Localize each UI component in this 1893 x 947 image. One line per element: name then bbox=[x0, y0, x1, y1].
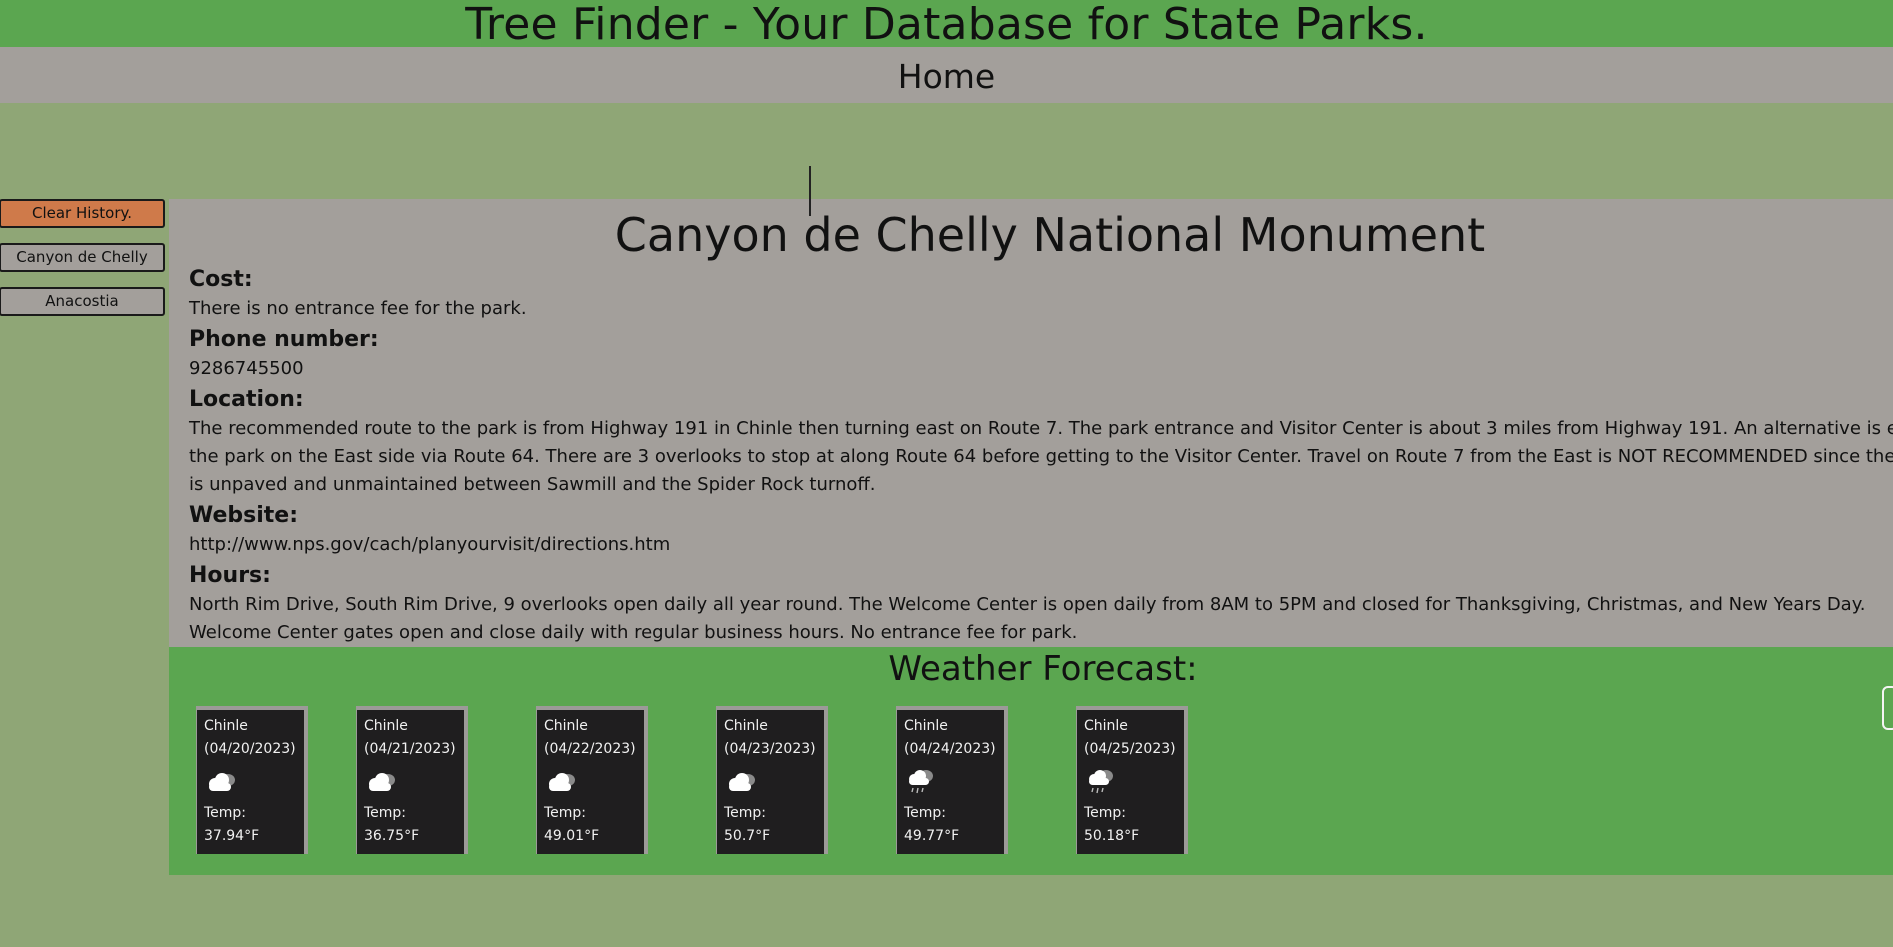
forecast-date: (04/23/2023) bbox=[724, 741, 816, 757]
forecast-city: Chinle bbox=[1084, 718, 1128, 734]
text-cursor bbox=[809, 166, 811, 216]
hours-line: Welcome Center gates open and close dail… bbox=[189, 622, 1078, 643]
forecast-temp-label: Temp: bbox=[904, 805, 947, 821]
clear-history-button[interactable]: Clear History. bbox=[0, 199, 165, 228]
nav-bar: Home bbox=[0, 47, 1893, 103]
forecast-city: Chinle bbox=[724, 718, 768, 734]
hours-line: North Rim Drive, South Rim Drive, 9 over… bbox=[189, 594, 1866, 615]
history-item-canyon-de-chelly[interactable]: Canyon de Chelly bbox=[0, 243, 165, 272]
weather-title: Weather Forecast: bbox=[888, 649, 1198, 689]
weather-forecast-panel: Weather Forecast: Chinle (04/20/2023) Te… bbox=[169, 647, 1893, 875]
forecast-temp: 49.01°F bbox=[544, 828, 600, 844]
park-name: Canyon de Chelly National Monument bbox=[614, 208, 1486, 262]
forecast-temp-label: Temp: bbox=[364, 805, 407, 821]
forecast-date: (04/20/2023) bbox=[204, 741, 296, 757]
forecast-card: Chinle (04/25/2023) Temp: 50.18°F bbox=[1076, 706, 1188, 854]
forecast-temp: 50.7°F bbox=[724, 828, 771, 844]
cloudy-icon bbox=[729, 773, 755, 791]
forecast-date: (04/21/2023) bbox=[364, 741, 456, 757]
forecast-temp-label: Temp: bbox=[544, 805, 587, 821]
forecast-temp: 49.77°F bbox=[904, 828, 960, 844]
park-details-panel: Canyon de Chelly National Monument Cost:… bbox=[169, 199, 1893, 647]
cost-value: There is no entrance fee for the park. bbox=[189, 298, 527, 319]
rain-cloud-icon bbox=[909, 770, 933, 794]
forecast-date: (04/24/2023) bbox=[904, 741, 996, 757]
edge-widget[interactable] bbox=[1882, 686, 1893, 730]
forecast-temp-label: Temp: bbox=[1084, 805, 1127, 821]
site-title: Tree Finder - Your Database for State Pa… bbox=[465, 0, 1428, 50]
park-info: Cost: There is no entrance fee for the p… bbox=[189, 265, 1893, 649]
forecast-temp: 36.75°F bbox=[364, 828, 420, 844]
forecast-card: Chinle (04/21/2023) Temp: 36.75°F bbox=[356, 706, 468, 854]
forecast-temp: 50.18°F bbox=[1084, 828, 1140, 844]
forecast-card: Chinle (04/24/2023) Temp: 49.77°F bbox=[896, 706, 1008, 854]
search-history-sidebar: Clear History. Canyon de Chelly Anacosti… bbox=[0, 199, 166, 316]
location-line: the park on the East side via Route 64. … bbox=[189, 446, 1893, 467]
phone-label: Phone number: bbox=[189, 327, 379, 352]
hours-value: North Rim Drive, South Rim Drive, 9 over… bbox=[189, 591, 1893, 647]
phone-value: 9286745500 bbox=[189, 358, 304, 379]
location-line: is unpaved and unmaintained between Sawm… bbox=[189, 474, 876, 495]
website-label: Website: bbox=[189, 503, 299, 528]
rain-cloud-icon bbox=[1089, 770, 1113, 794]
cloudy-icon bbox=[369, 773, 395, 791]
hours-label: Hours: bbox=[189, 563, 271, 588]
location-label: Location: bbox=[189, 387, 304, 412]
forecast-temp-label: Temp: bbox=[724, 805, 767, 821]
site-header: Tree Finder - Your Database for State Pa… bbox=[0, 0, 1893, 50]
forecast-city: Chinle bbox=[544, 718, 588, 734]
forecast-card: Chinle (04/20/2023) Temp: 37.94°F bbox=[196, 706, 308, 854]
forecast-city: Chinle bbox=[204, 718, 248, 734]
cloudy-icon bbox=[209, 773, 235, 791]
website-value: http://www.nps.gov/cach/planyourvisit/di… bbox=[189, 534, 671, 555]
cost-label: Cost: bbox=[189, 267, 253, 292]
forecast-city: Chinle bbox=[364, 718, 408, 734]
cloudy-icon bbox=[549, 773, 575, 791]
forecast-temp-label: Temp: bbox=[204, 805, 247, 821]
forecast-date: (04/25/2023) bbox=[1084, 741, 1176, 757]
location-line: The recommended route to the park is fro… bbox=[189, 418, 1893, 439]
forecast-card: Chinle (04/22/2023) Temp: 49.01°F bbox=[536, 706, 648, 854]
nav-home-link[interactable]: Home bbox=[898, 57, 995, 96]
forecast-city: Chinle bbox=[904, 718, 948, 734]
forecast-card: Chinle (04/23/2023) Temp: 50.7°F bbox=[716, 706, 828, 854]
history-item-anacostia[interactable]: Anacostia bbox=[0, 287, 165, 316]
forecast-temp: 37.94°F bbox=[204, 828, 260, 844]
forecast-date: (04/22/2023) bbox=[544, 741, 636, 757]
location-value: The recommended route to the park is fro… bbox=[189, 415, 1893, 499]
